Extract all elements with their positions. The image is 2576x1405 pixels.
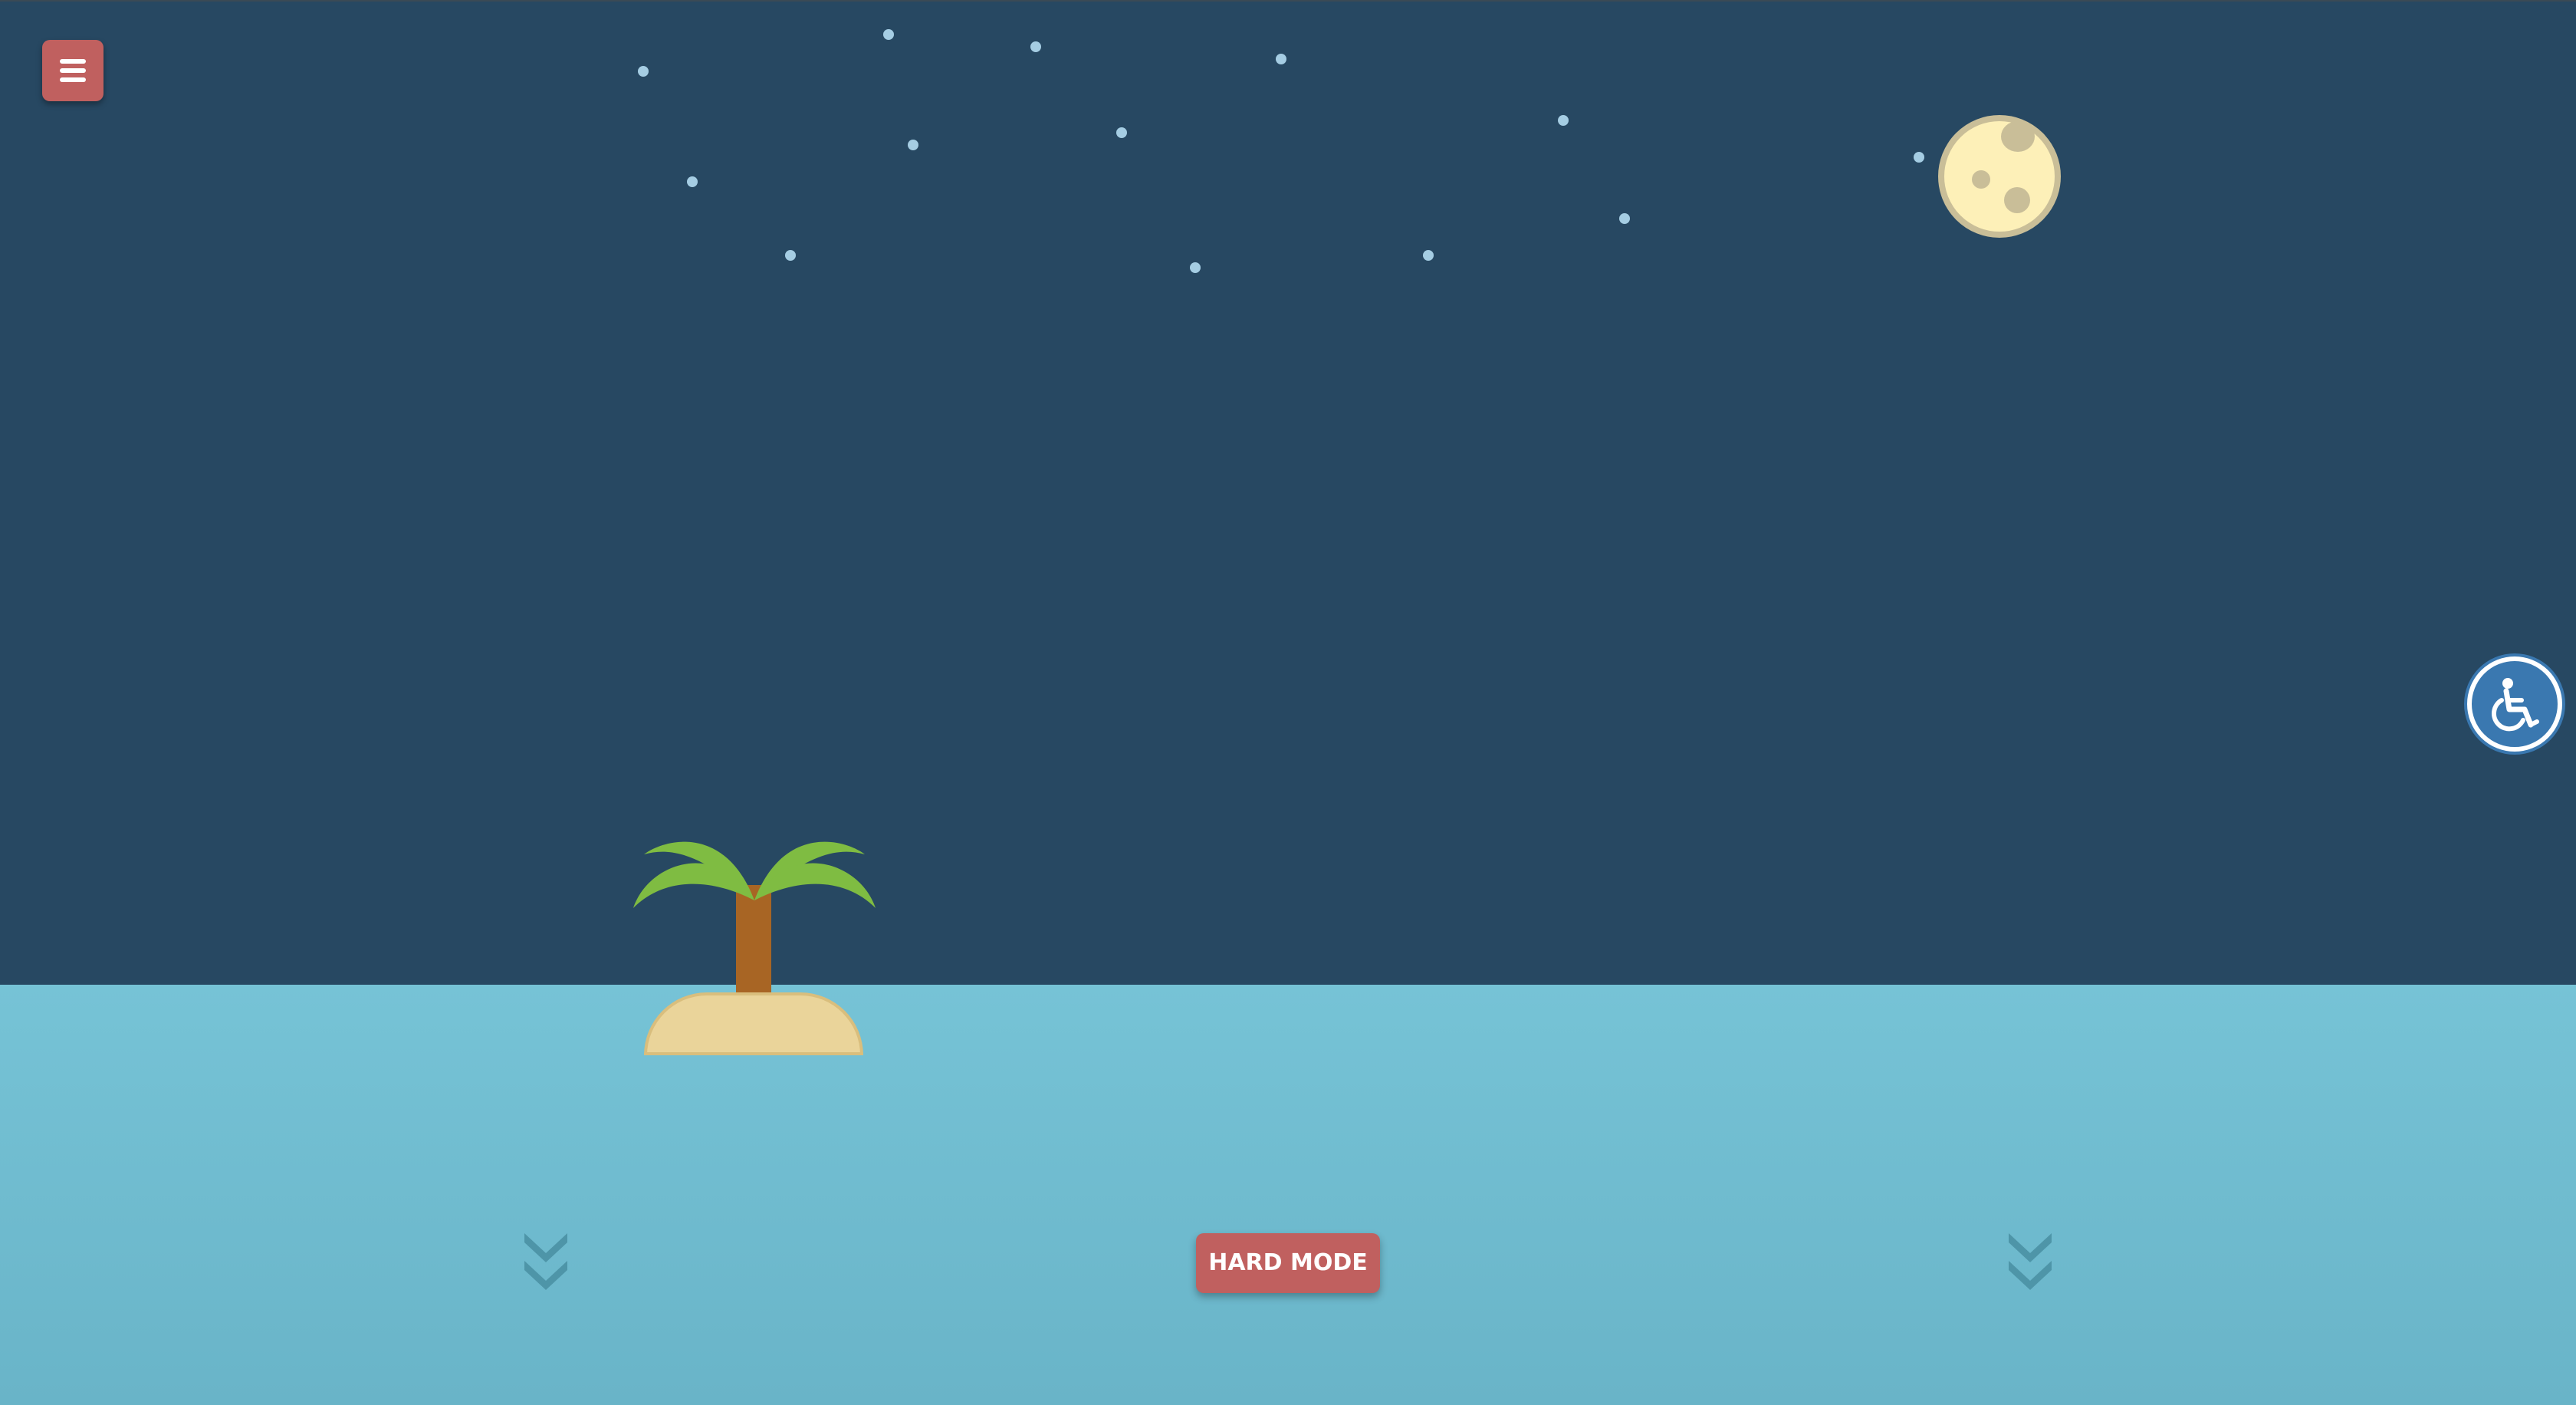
star xyxy=(1619,213,1630,224)
moon-crater xyxy=(2004,187,2030,213)
double-chevron-down-icon[interactable] xyxy=(2006,1230,2055,1295)
star xyxy=(1914,152,1924,163)
star xyxy=(1423,250,1434,261)
star xyxy=(1190,262,1201,273)
night-sky xyxy=(0,0,2576,985)
star xyxy=(1030,41,1041,52)
star xyxy=(908,140,918,150)
star xyxy=(1276,54,1286,64)
accessibility-button[interactable] xyxy=(2467,656,2562,752)
star xyxy=(883,29,894,40)
sea xyxy=(0,985,2576,1405)
hard-mode-button[interactable]: HARD MODE xyxy=(1196,1233,1380,1293)
star xyxy=(785,250,796,261)
game-scene: HARD MODE xyxy=(0,0,2576,1405)
double-chevron-down-icon[interactable] xyxy=(521,1230,570,1295)
island-sand xyxy=(644,992,863,1055)
star xyxy=(638,66,649,77)
moon-crater xyxy=(2001,121,2035,152)
star xyxy=(1116,127,1127,138)
wheelchair-icon xyxy=(2491,678,2539,732)
palm-tree-icon xyxy=(633,841,876,1000)
moon-icon xyxy=(1938,115,2061,238)
moon-crater xyxy=(1972,170,1990,189)
hamburger-icon xyxy=(60,54,86,87)
star xyxy=(1558,115,1569,126)
menu-button[interactable] xyxy=(42,40,104,101)
star xyxy=(687,176,698,187)
